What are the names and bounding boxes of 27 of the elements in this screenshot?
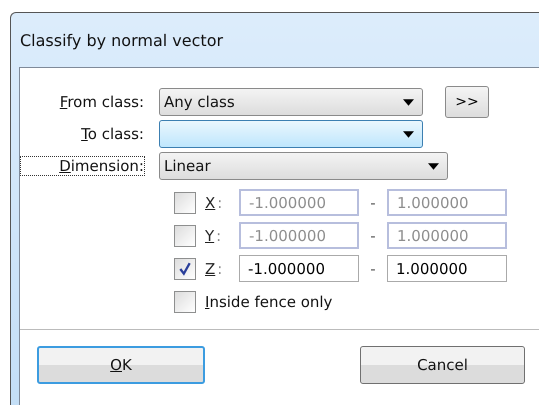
expand-button[interactable]: >> (445, 86, 489, 118)
axis-label: X: (205, 194, 224, 212)
field-label: To class: (80, 124, 145, 144)
range-dash: - (369, 194, 377, 212)
max-field[interactable]: 1.000000 (387, 255, 507, 282)
caret-icon (403, 130, 414, 138)
dropdown[interactable]: Any class (159, 88, 423, 116)
caret-icon (403, 98, 414, 106)
range-dash: - (369, 260, 377, 278)
dropdown[interactable] (159, 120, 423, 148)
ok-button[interactable]: OK (37, 346, 205, 384)
axis-label: Z: (205, 260, 224, 278)
checkbox[interactable] (174, 258, 196, 280)
checkbox-label: Inside fence only (205, 292, 332, 310)
checkbox[interactable] (174, 224, 196, 246)
cancel-button[interactable]: Cancel (360, 346, 525, 384)
field-label: From class: (58, 92, 145, 112)
caret-icon (428, 162, 439, 170)
field-label: Dimension: (20, 156, 145, 176)
window-title: Classify by normal vector (20, 30, 224, 50)
checkbox[interactable] (174, 290, 196, 312)
range-dash: - (369, 226, 377, 244)
check-icon (178, 262, 192, 276)
dropdown[interactable]: Linear (159, 152, 448, 180)
checkbox[interactable] (174, 192, 196, 214)
min-field[interactable]: -1.000000 (239, 255, 359, 282)
axis-label: Y: (205, 226, 222, 244)
